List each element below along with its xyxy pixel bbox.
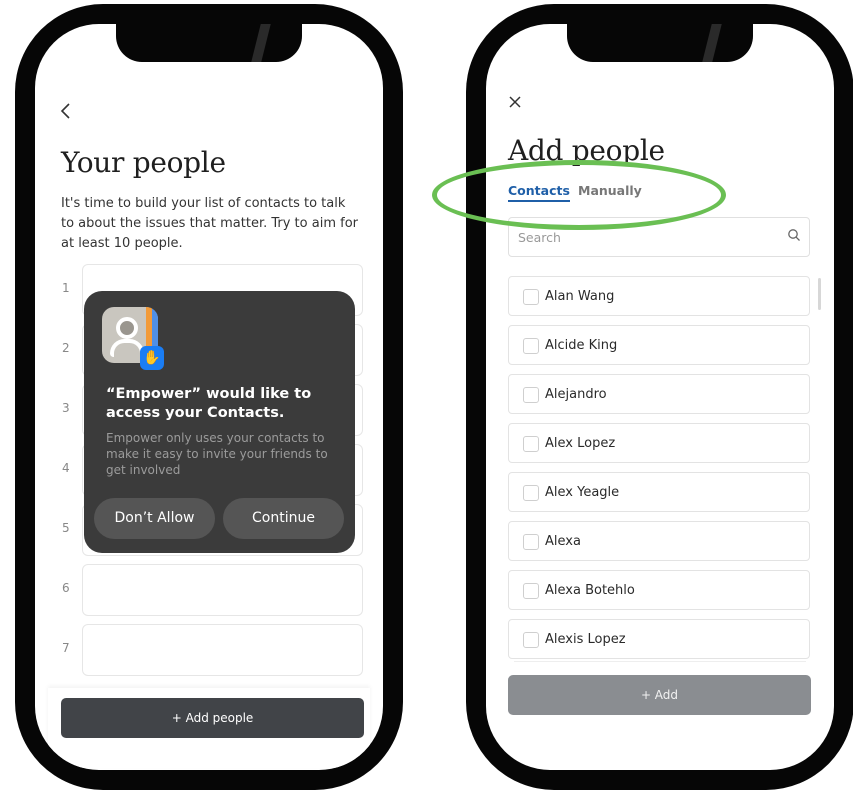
close-icon[interactable] bbox=[508, 90, 522, 114]
screen-your-people: Your people It's time to build your list… bbox=[35, 24, 383, 770]
row-number: 4 bbox=[62, 461, 70, 475]
contact-name: Alex Lopez bbox=[545, 436, 616, 451]
contact-row[interactable]: Alexa bbox=[508, 521, 810, 561]
contact-checkbox[interactable] bbox=[523, 436, 539, 452]
contact-checkbox[interactable] bbox=[523, 632, 539, 648]
divider bbox=[514, 661, 806, 662]
contact-row[interactable]: Alexis Lopez bbox=[508, 619, 810, 659]
phone-frame-right: Add people Contacts Manually Search Alan… bbox=[466, 4, 853, 790]
contact-row[interactable]: Alcide King bbox=[508, 325, 810, 365]
contact-name: Alex Yeagle bbox=[545, 485, 620, 500]
tabs-highlight-circle bbox=[432, 160, 726, 230]
list-scrollbar[interactable] bbox=[818, 278, 821, 310]
row-number: 1 bbox=[62, 281, 70, 295]
contact-name: Alan Wang bbox=[545, 289, 615, 304]
contact-name: Alexa Botehlo bbox=[545, 583, 635, 598]
phone-notch bbox=[116, 24, 302, 62]
dialog-title: “Empower” would like to access your Cont… bbox=[106, 386, 312, 421]
row-number: 7 bbox=[62, 641, 70, 655]
contact-name: Alejandro bbox=[545, 387, 607, 402]
contact-checkbox[interactable] bbox=[523, 534, 539, 550]
phone-frame-left: Your people It's time to build your list… bbox=[15, 4, 403, 790]
add-button[interactable]: + Add bbox=[508, 675, 811, 715]
back-chevron-icon[interactable] bbox=[59, 102, 83, 126]
row-number: 6 bbox=[62, 581, 70, 595]
contact-row[interactable]: Alex Lopez bbox=[508, 423, 810, 463]
contact-checkbox[interactable] bbox=[523, 583, 539, 599]
page-title: Your people bbox=[61, 146, 226, 179]
contact-row[interactable]: Alex Yeagle bbox=[508, 472, 810, 512]
dont-allow-button[interactable]: Don’t Allow bbox=[94, 498, 215, 539]
search-placeholder: Search bbox=[518, 230, 561, 245]
contact-row[interactable]: Alan Wang bbox=[508, 276, 810, 316]
contact-row[interactable]: Alejandro bbox=[508, 374, 810, 414]
row-number: 2 bbox=[62, 341, 70, 355]
contact-row[interactable]: Alexa Botehlo bbox=[508, 570, 810, 610]
contact-name: Alexis Lopez bbox=[545, 632, 626, 647]
row-number: 3 bbox=[62, 401, 70, 415]
row-number: 5 bbox=[62, 521, 70, 535]
contact-checkbox[interactable] bbox=[523, 485, 539, 501]
privacy-hand-icon: ✋ bbox=[140, 346, 164, 370]
contact-checkbox[interactable] bbox=[523, 338, 539, 354]
person-row[interactable] bbox=[82, 624, 363, 676]
search-icon[interactable] bbox=[787, 228, 801, 242]
contacts-permission-dialog: ✋ “Empower” would like to access your Co… bbox=[84, 291, 355, 553]
person-row[interactable] bbox=[82, 564, 363, 616]
phone-notch bbox=[567, 24, 753, 62]
contact-checkbox[interactable] bbox=[523, 387, 539, 403]
screen-add-people: Add people Contacts Manually Search Alan… bbox=[486, 24, 834, 770]
dialog-message: Empower only uses your contacts to make … bbox=[106, 431, 328, 477]
intro-text: It's time to build your list of contacts… bbox=[61, 196, 358, 251]
continue-button[interactable]: Continue bbox=[223, 498, 344, 539]
contact-name: Alexa bbox=[545, 534, 581, 549]
add-people-button[interactable]: + Add people bbox=[61, 698, 364, 738]
contact-name: Alcide King bbox=[545, 338, 618, 353]
contact-checkbox[interactable] bbox=[523, 289, 539, 305]
